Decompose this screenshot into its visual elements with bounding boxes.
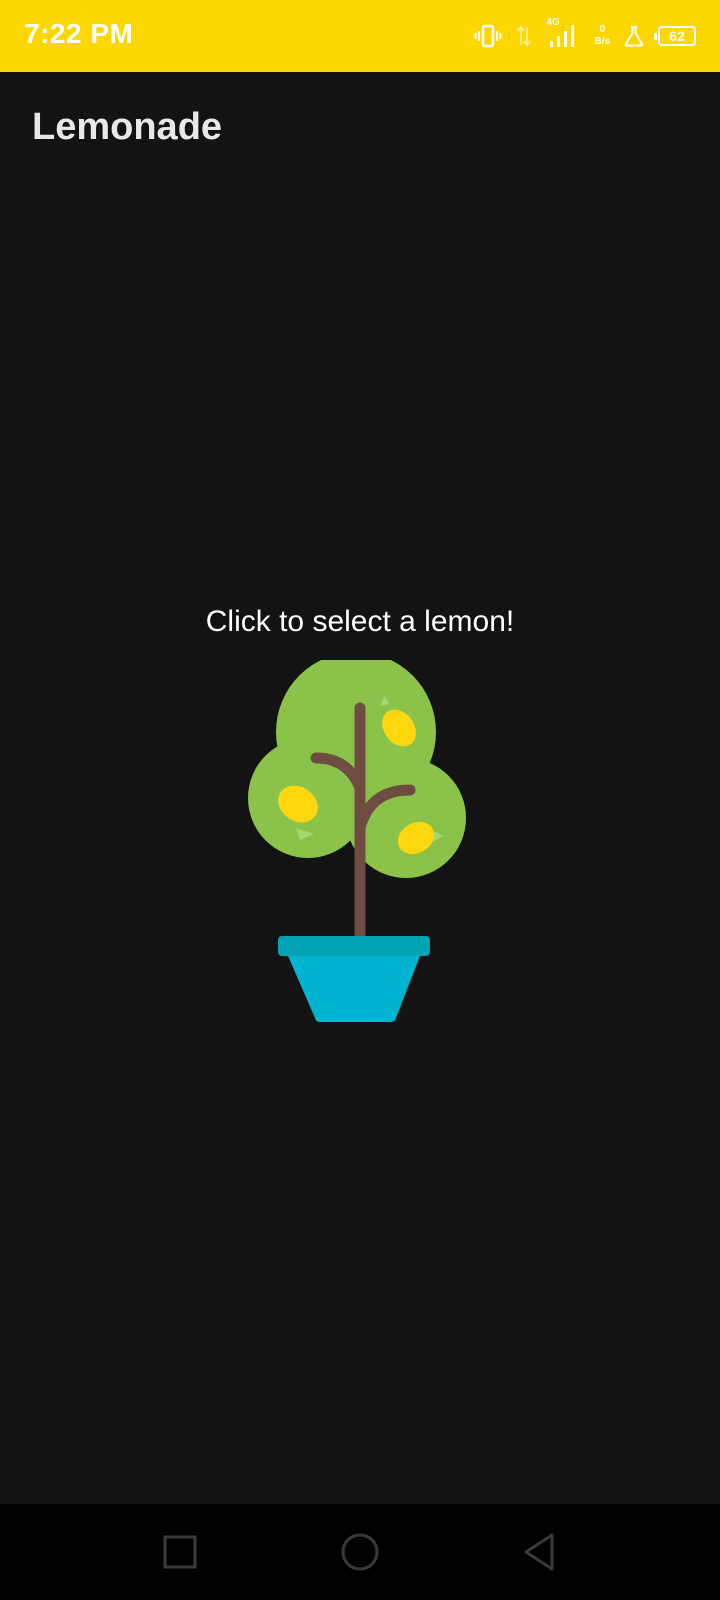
vibrate-icon [474,24,502,48]
home-icon [341,1533,379,1571]
lab-flask-icon [624,25,644,47]
battery-level: 62 [669,28,685,44]
status-time: 7:22 PM [24,18,134,49]
back-icon [524,1533,554,1571]
network-speed: 0 B/s [594,24,610,48]
status-icons: 4G 0 B/s 62 [474,17,696,54]
status-bar: 7:22 PM 4G 0 B/s 62 [0,0,720,72]
app-title: Lemonade [32,106,223,148]
recents-icon [163,1535,197,1569]
lemon-tree-image[interactable] [248,652,468,1026]
network-speed-value: 0 [599,24,605,35]
navigation-bar [0,1504,720,1600]
signal-icon: 4G [546,17,580,51]
home-button[interactable] [340,1532,380,1572]
battery-icon: 62 [654,26,696,46]
network-speed-unit: B/s [594,36,610,47]
lemonade-screen: 7:22 PM 4G 0 B/s 62 Lemonade Click to se… [0,0,720,1600]
recents-button[interactable] [160,1532,200,1572]
instruction-text: Click to select a lemon! [205,605,515,638]
data-transfer-icon [516,24,532,48]
back-button[interactable] [520,1532,560,1572]
